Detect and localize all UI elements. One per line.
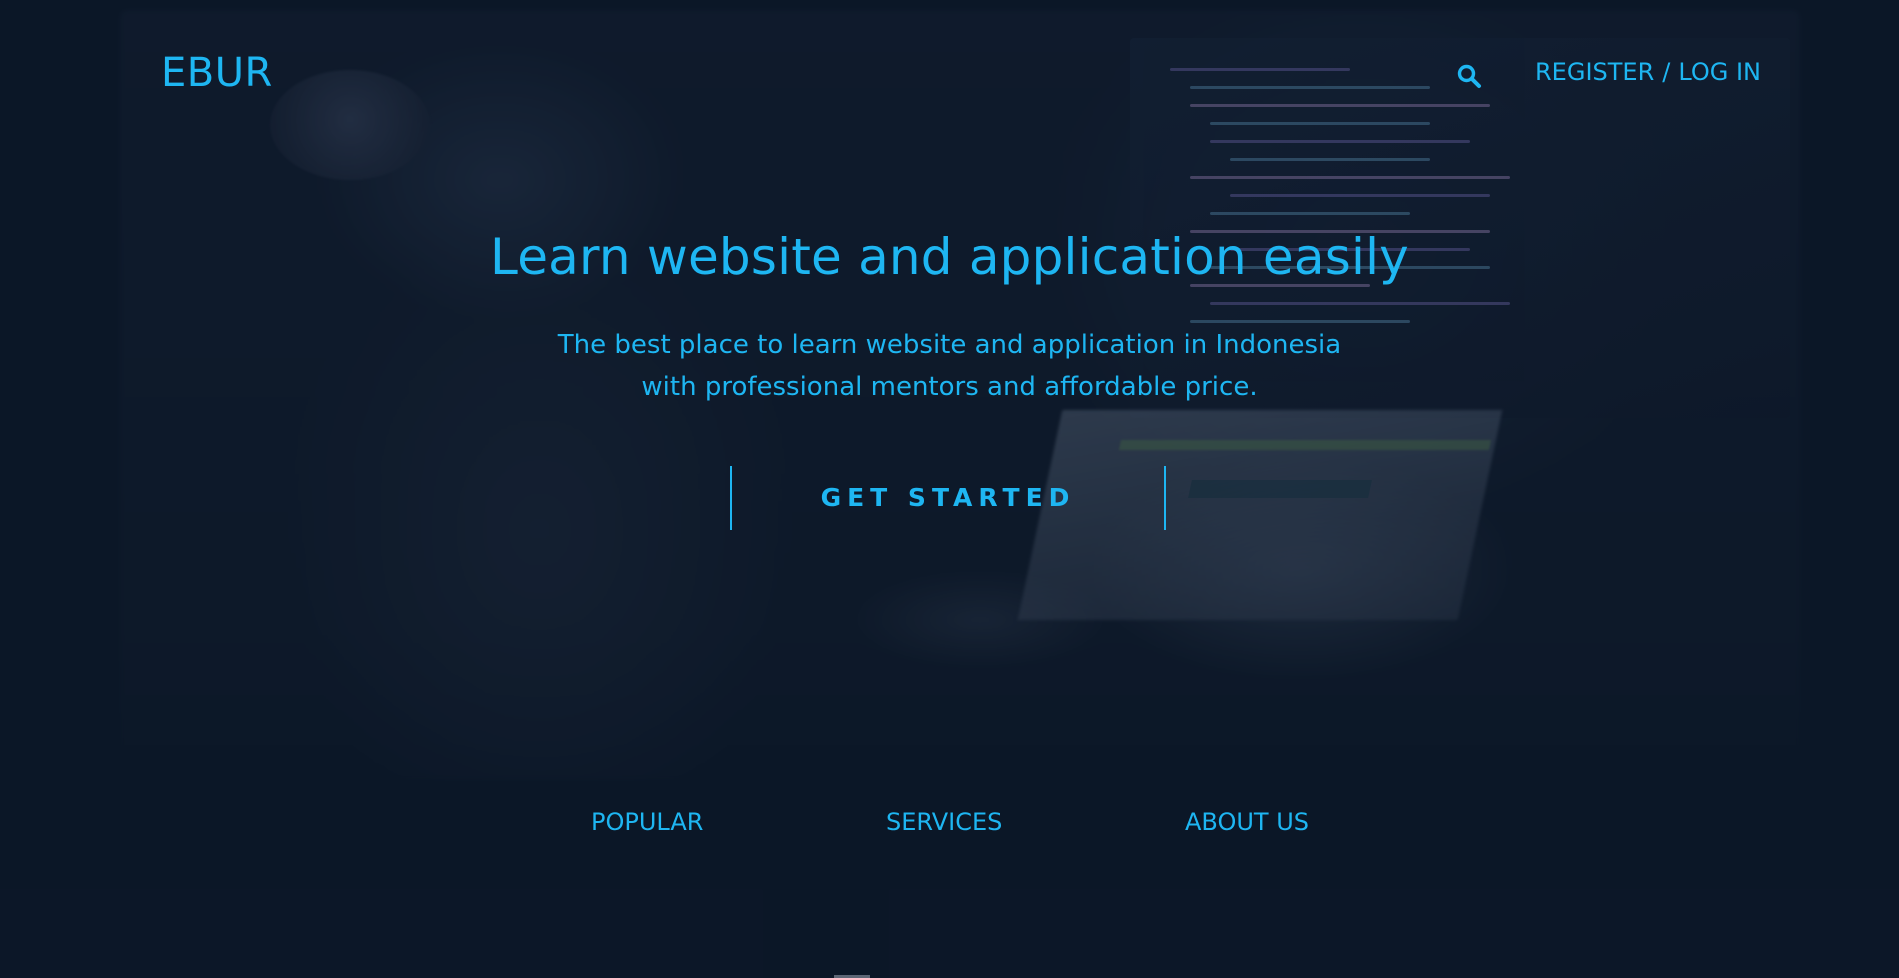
page: EBUR REGISTER / LOG IN Learn website and a… (0, 0, 1899, 978)
hero-subtitle-line: The best place to learn website and appl… (557, 330, 1342, 360)
hero-subtitle-line: with professional mentors and affordable… (641, 372, 1258, 402)
nav-about-us-link[interactable]: ABOUT US (1185, 808, 1309, 836)
auth-links: REGISTER / LOG IN (1535, 58, 1761, 86)
register-link[interactable]: REGISTER (1535, 58, 1654, 86)
login-link[interactable]: LOG IN (1678, 58, 1761, 86)
nav-services-link[interactable]: SERVICES (886, 808, 1002, 836)
hero-subtitle: The best place to learn website and appl… (0, 324, 1899, 408)
search-icon[interactable] (1456, 63, 1482, 89)
brand-logo[interactable]: EBUR (161, 50, 273, 96)
hero-title: Learn website and application easily (490, 228, 1409, 286)
auth-separator: / (1662, 58, 1671, 86)
get-started-button[interactable]: GET STARTED (730, 466, 1166, 530)
section-nav: POPULAR SERVICES ABOUT US (0, 808, 1899, 848)
nav-popular-link[interactable]: POPULAR (591, 808, 703, 836)
